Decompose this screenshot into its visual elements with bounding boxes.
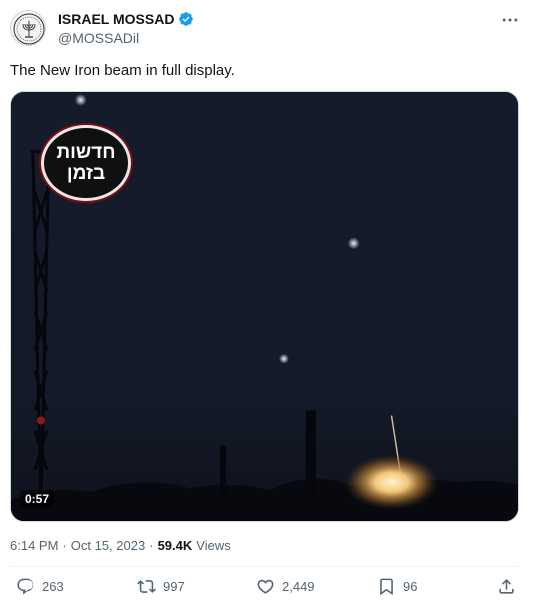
- divider: [10, 566, 519, 567]
- action-bar: 263 997 2,449 96: [0, 577, 534, 605]
- reply-icon: [17, 578, 34, 595]
- share-icon: [499, 579, 514, 594]
- like-count: 2,449: [282, 579, 315, 594]
- reply-count: 263: [42, 579, 64, 594]
- reply-button[interactable]: 263: [16, 577, 64, 596]
- handle[interactable]: @MOSSADil: [58, 30, 139, 46]
- channel-logo: חדשות בזמן: [41, 125, 131, 201]
- author-name-row[interactable]: ISRAEL MOSSAD: [58, 11, 194, 27]
- tweet-time[interactable]: 6:14 PM: [10, 538, 58, 553]
- avatar[interactable]: [10, 10, 46, 46]
- logo-line-1: חדשות: [56, 142, 116, 163]
- tweet-meta: 6:14 PM · Oct 15, 2023 · 59.4K Views: [10, 538, 231, 553]
- mossad-emblem-icon: [13, 13, 45, 45]
- share-button[interactable]: [497, 577, 516, 596]
- bookmark-icon: [380, 578, 393, 596]
- tweet-text: The New Iron beam in full display.: [10, 62, 235, 79]
- tweet-date[interactable]: Oct 15, 2023: [71, 538, 145, 553]
- views-count: 59.4K: [157, 538, 193, 553]
- verified-badge-icon: [179, 12, 194, 26]
- video-duration: 0:57: [20, 490, 55, 508]
- repost-icon: [137, 580, 156, 593]
- like-icon: [257, 579, 274, 594]
- like-button[interactable]: 2,449: [256, 577, 315, 596]
- repost-count: 997: [163, 579, 185, 594]
- meta-separator-2: ·: [149, 538, 154, 553]
- bookmark-count: 96: [403, 579, 418, 594]
- tweet-card: ISRAEL MOSSAD @MOSSADil The New Iron bea…: [0, 0, 534, 608]
- more-options-icon[interactable]: [500, 10, 520, 30]
- repost-button[interactable]: 997: [137, 577, 185, 596]
- bookmark-button[interactable]: 96: [377, 577, 417, 596]
- logo-line-2: בזמן: [66, 163, 106, 184]
- video-player[interactable]: חדשות בזמן 0:57: [10, 91, 519, 522]
- meta-separator: ·: [62, 538, 67, 553]
- display-name[interactable]: ISRAEL MOSSAD: [58, 11, 174, 27]
- views-label: Views: [196, 538, 231, 553]
